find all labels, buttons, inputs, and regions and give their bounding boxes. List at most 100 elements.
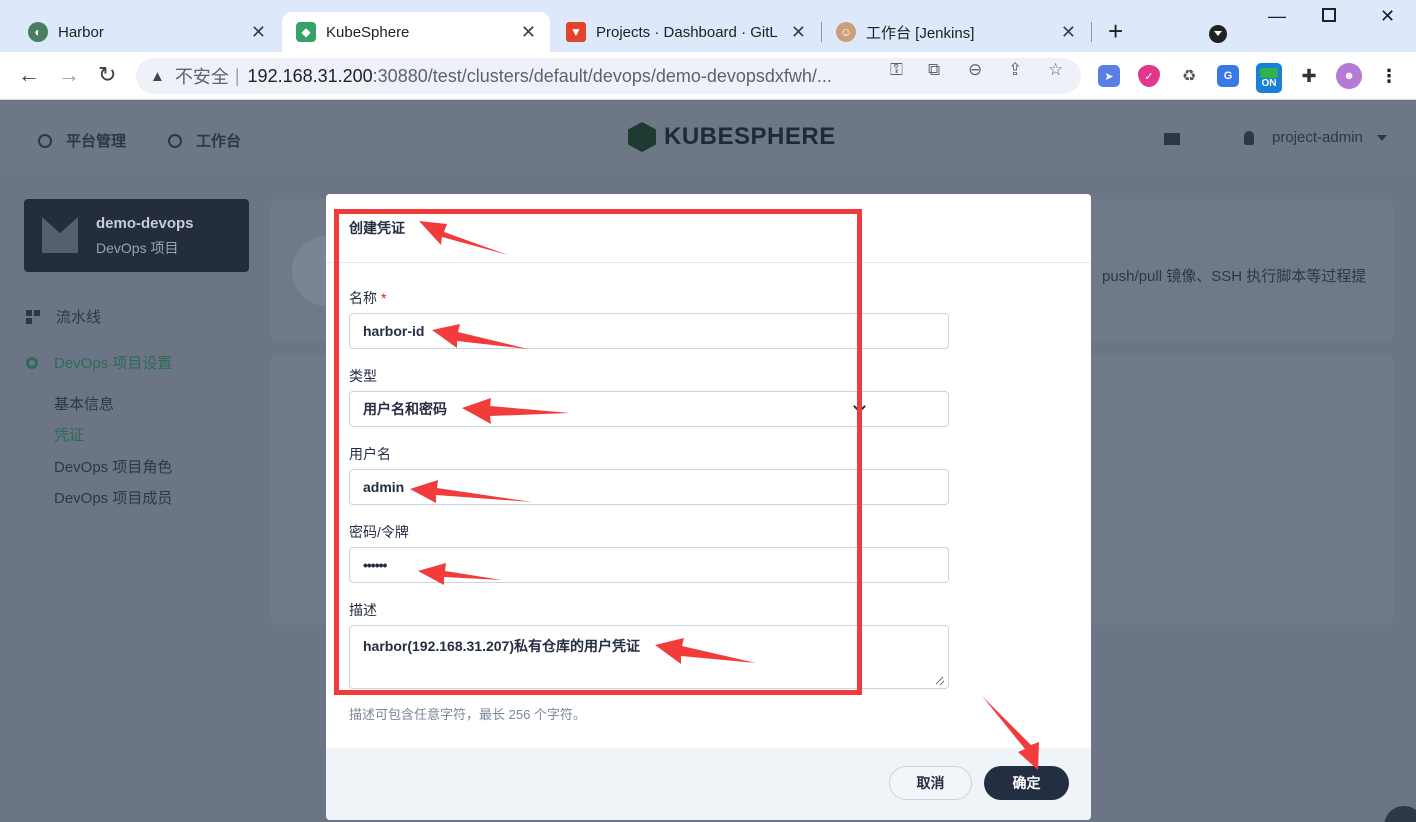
- type-select[interactable]: 用户名和密码: [349, 391, 949, 427]
- chevron-down-icon: [1376, 134, 1387, 141]
- nav-workbench[interactable]: 工作台: [168, 130, 241, 151]
- profile-avatar[interactable]: ☻: [1336, 63, 1362, 89]
- tab-separator: [1091, 22, 1092, 42]
- jenkins-favicon-icon: ☺: [836, 22, 856, 42]
- window-close-icon[interactable]: ✕: [1380, 6, 1395, 27]
- close-icon[interactable]: ✕: [1061, 22, 1076, 43]
- username-input-value: admin: [363, 479, 405, 495]
- description-label: 描述: [349, 602, 377, 618]
- dialog-header: 创建凭证: [326, 194, 1091, 263]
- tab-gitlab[interactable]: ▼ Projects · Dashboard · GitL ✕: [552, 12, 820, 52]
- close-icon[interactable]: ✕: [521, 22, 536, 43]
- new-tab-icon[interactable]: +: [1108, 18, 1123, 44]
- type-label: 类型: [349, 368, 377, 384]
- user-menu[interactable]: project-admin: [1244, 129, 1387, 146]
- project-logo-icon: [42, 217, 78, 253]
- name-input-value: harbor-id: [363, 323, 425, 339]
- key-icon[interactable]: ⚿: [890, 60, 903, 80]
- project-name: demo-devops: [96, 215, 194, 232]
- close-icon[interactable]: ✕: [251, 22, 266, 43]
- tab-jenkins[interactable]: ☺ 工作台 [Jenkins] ✕: [822, 12, 1090, 52]
- sidebar-subitem-basic-info[interactable]: 基本信息: [54, 393, 114, 414]
- project-card[interactable]: demo-devops DevOps 项目: [24, 199, 249, 272]
- password-input[interactable]: ••••••: [349, 547, 949, 583]
- username: project-admin: [1272, 129, 1363, 146]
- dialog-title: 创建凭证: [349, 220, 405, 236]
- kubesphere-favicon-icon: ◆: [296, 22, 316, 42]
- nav-platform-management[interactable]: 平台管理: [38, 130, 126, 151]
- bookmark-star-icon[interactable]: ☆: [1048, 60, 1063, 80]
- tab-kubesphere[interactable]: ◆ KubeSphere ✕: [282, 12, 550, 52]
- extension-translate-icon[interactable]: G: [1217, 65, 1239, 87]
- dialog-footer: 取消 确定: [326, 748, 1091, 820]
- gear-icon: [38, 133, 52, 148]
- warning-icon[interactable]: ▲: [150, 68, 165, 85]
- confirm-button[interactable]: 确定: [984, 766, 1069, 800]
- extension-on-label: ON: [1261, 77, 1277, 89]
- sidebar-item-devops-settings[interactable]: DevOps 项目设置: [26, 352, 172, 373]
- create-credential-dialog: 创建凭证 名称 * harbor-id 类型 用户名和密码 用户名 admin 密…: [326, 194, 1091, 820]
- name-label-text: 名称: [349, 290, 377, 306]
- help-button[interactable]: [1384, 806, 1416, 822]
- logo-text: KUBESPHERE: [664, 123, 836, 150]
- username-label: 用户名: [349, 446, 391, 462]
- browser-menu-icon[interactable]: ⋮: [1378, 65, 1400, 87]
- sidebar-item-label: DevOps 项目设置: [54, 355, 173, 372]
- tab-harbor[interactable]: ◐ Harbor ✕: [14, 12, 280, 52]
- pipeline-icon: [26, 309, 40, 324]
- share-icon[interactable]: ⇪: [1008, 60, 1022, 80]
- url-host: 192.168.31.200: [247, 65, 373, 86]
- tab-title: 工作台 [Jenkins]: [866, 24, 975, 42]
- name-input[interactable]: harbor-id: [349, 313, 949, 349]
- description-value: harbor(192.168.31.207)私有仓库的用户凭证: [363, 638, 640, 654]
- extension-bird-icon[interactable]: ➤: [1098, 65, 1120, 87]
- tab-title: KubeSphere: [326, 23, 410, 41]
- username-input[interactable]: admin: [349, 469, 949, 505]
- tab-search-icon[interactable]: [1209, 25, 1227, 43]
- zoom-icon[interactable]: ⊖: [968, 60, 982, 80]
- project-type: DevOps 项目: [96, 240, 179, 256]
- type-select-value: 用户名和密码: [363, 401, 447, 417]
- extension-recycle-icon[interactable]: ♻: [1178, 65, 1200, 87]
- security-label[interactable]: 不安全: [175, 63, 229, 89]
- sidebar-subitem-project-members[interactable]: DevOps 项目成员: [54, 487, 172, 508]
- resize-handle-icon[interactable]: [936, 677, 944, 685]
- kubesphere-logo[interactable]: KUBESPHERE: [628, 122, 836, 152]
- gitlab-favicon-icon: ▼: [566, 22, 586, 42]
- sidebar-subitem-credentials[interactable]: 凭证: [54, 424, 84, 445]
- kubesphere-logo-icon: [628, 122, 656, 152]
- nav-label: 平台管理: [66, 133, 127, 150]
- compass-icon: [168, 133, 182, 148]
- nav-label: 工作台: [196, 133, 242, 150]
- extensions-puzzle-icon[interactable]: ✚: [1298, 65, 1320, 87]
- gear-icon: [26, 356, 38, 369]
- password-input-value: ••••••: [363, 557, 387, 573]
- url-path: :30880/test/clusters/default/devops/demo…: [372, 65, 832, 86]
- description-textarea[interactable]: harbor(192.168.31.207)私有仓库的用户凭证: [349, 625, 949, 689]
- password-label: 密码/令牌: [349, 524, 409, 540]
- docs-icon[interactable]: [1164, 133, 1180, 145]
- maximize-icon[interactable]: [1322, 8, 1336, 22]
- harbor-favicon-icon: ◐: [28, 22, 48, 42]
- browser-toolbar: ← → ↻ ▲ 不安全 | 192.168.31.200 :30880/test…: [0, 52, 1416, 100]
- close-icon[interactable]: ✕: [791, 22, 806, 43]
- name-label: 名称 *: [349, 288, 386, 308]
- translate-icon[interactable]: ⧉: [928, 60, 940, 80]
- tab-title: Harbor: [58, 23, 104, 41]
- banner-description: push/pull 镜像、SSH 执行脚本等过程提: [1102, 268, 1367, 285]
- extension-toggle-icon[interactable]: ON: [1256, 63, 1282, 93]
- sidebar-subitem-project-roles[interactable]: DevOps 项目角色: [54, 456, 172, 477]
- chevron-down-icon: [853, 400, 866, 413]
- sidebar-item-pipelines[interactable]: 流水线: [26, 306, 101, 327]
- reload-icon[interactable]: ↻: [98, 62, 116, 88]
- forward-arrow-icon[interactable]: →: [58, 62, 80, 88]
- cancel-button[interactable]: 取消: [889, 766, 972, 800]
- back-arrow-icon[interactable]: ←: [18, 62, 40, 88]
- minimize-icon[interactable]: —: [1268, 6, 1286, 27]
- tab-title: Projects · Dashboard · GitL: [596, 23, 778, 41]
- user-icon: [1244, 130, 1254, 145]
- description-hint: 描述可包含任意字符，最长 256 个字符。: [349, 707, 586, 722]
- sidebar-item-label: 流水线: [56, 309, 102, 326]
- browser-tab-bar: ◐ Harbor ✕ ◆ KubeSphere ✕ ▼ Projects · D…: [0, 0, 1416, 52]
- required-mark: *: [381, 290, 387, 306]
